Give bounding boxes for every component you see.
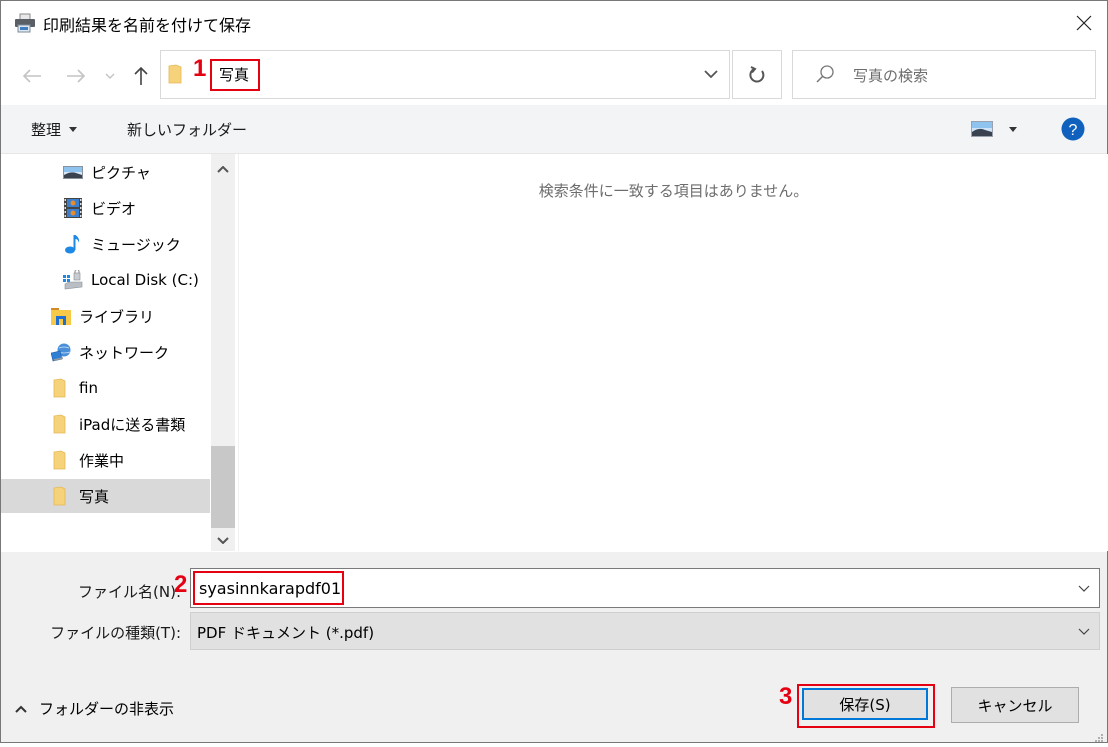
command-bar: 整理 新しいフォルダー ? [1,105,1107,154]
svg-text:?: ? [1069,122,1078,139]
close-button[interactable] [1061,1,1107,45]
filename-label: ファイル名(N): [78,583,181,601]
nav-item-folder-work[interactable]: 作業中 [1,443,210,477]
nav-item-libraries[interactable]: ライブラリ [1,299,210,333]
scroll-up-button[interactable] [211,158,235,180]
chevron-down-icon [704,69,718,78]
view-options-button[interactable] [971,119,1021,139]
dropdown-caret-icon [1009,126,1017,132]
window-title: 印刷結果を名前を付けて保存 [43,16,252,35]
filetype-select[interactable]: PDF ドキュメント (*.pdf) [190,612,1100,650]
nav-item-music[interactable]: ミュージック [1,227,210,261]
nav-item-folder-ipad[interactable]: iPadに送る書類 [1,407,210,441]
back-button[interactable] [17,61,47,91]
nav-item-folder-photos[interactable]: 写真 [1,479,210,513]
recent-locations-button[interactable] [101,63,119,89]
nav-item-pictures[interactable]: ピクチャ [1,155,210,189]
music-icon [65,235,80,254]
forward-button[interactable] [61,61,91,91]
search-placeholder: 写真の検索 [853,67,929,85]
hide-folders-label: フォルダーの非表示 [39,700,175,718]
scroll-thumb[interactable] [211,446,235,528]
save-button[interactable]: 保存(S) [802,688,928,720]
pictures-icon [63,166,83,179]
library-icon [51,308,71,325]
chevron-up-icon [15,705,27,713]
chevron-down-icon [217,536,229,544]
filename-value[interactable]: syasinnkarapdf01 [199,579,341,598]
refresh-button[interactable] [732,50,782,99]
resize-grip-icon [1095,734,1103,742]
title-bar: 印刷結果を名前を付けて保存 [1,1,1107,45]
nav-item-folder-fin[interactable]: fin [1,371,210,405]
folder-icon [53,486,66,506]
help-button[interactable]: ? [1061,117,1085,141]
filename-dropdown-button[interactable] [1069,569,1099,607]
annotation-step-1: 1 [193,55,207,82]
nav-item-local-disk[interactable]: Local Disk (C:) [1,263,210,297]
save-dialog: 印刷結果を名前を付けて保存 1 写真 写真の検索 整理 新しいフォルダー ? ピ… [0,0,1108,743]
organize-label: 整理 [31,121,62,139]
folder-icon [168,64,182,88]
scroll-down-button[interactable] [211,529,235,551]
new-folder-button[interactable]: 新しいフォルダー [127,119,247,140]
hide-folders-toggle[interactable]: フォルダーの非表示 [15,698,174,719]
address-dropdown-button[interactable] [691,50,731,97]
annotation-step-2: 2 [174,571,188,598]
address-path-segment[interactable]: 写真 [219,64,249,85]
filetype-dropdown-button[interactable] [1069,613,1099,649]
chevron-down-icon [1078,585,1090,592]
cancel-button[interactable]: キャンセル [951,687,1079,723]
search-box[interactable]: 写真の検索 [792,50,1096,99]
search-icon [815,64,835,88]
dropdown-caret-icon [69,127,78,132]
nav-item-videos[interactable]: ビデオ [1,191,210,225]
folder-icon [53,378,66,398]
chevron-down-icon [105,73,115,79]
up-arrow-icon [134,66,148,85]
navigation-pane: ピクチャ ビデオ ミュージック Local Disk (C:) ライブラリ ネッ… [1,154,210,551]
annotation-step-3: 3 [779,683,793,710]
local-disk-icon [63,270,83,290]
folder-icon [53,414,66,434]
nav-item-network[interactable]: ネットワーク [1,335,210,369]
printer-icon [13,13,37,33]
view-thumbnail-icon [971,121,993,137]
organize-menu-button[interactable]: 整理 [31,119,78,140]
navigation-pane-scrollbar[interactable] [211,154,235,551]
chevron-down-icon [1078,628,1090,635]
refresh-icon [749,65,765,82]
network-icon [51,343,71,362]
empty-folder-message: 検索条件に一致する項目はありません。 [538,182,809,200]
help-icon: ? [1061,117,1085,141]
chevron-up-icon [217,165,229,173]
resize-grip[interactable] [1094,729,1104,742]
filetype-value: PDF ドキュメント (*.pdf) [197,624,375,642]
forward-arrow-icon [67,69,86,83]
back-arrow-icon [22,69,41,83]
close-icon [1076,15,1092,31]
up-button[interactable] [127,61,155,91]
video-icon [64,198,82,218]
file-list-pane[interactable]: 検索条件に一致する項目はありません。 [238,154,1108,551]
filetype-label: ファイルの種類(T): [50,624,181,642]
folder-icon [53,450,66,470]
